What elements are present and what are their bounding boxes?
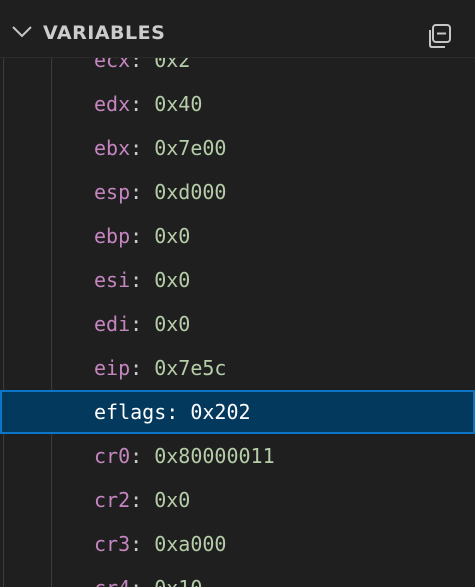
variable-entry: esp: 0xd000 — [94, 170, 226, 214]
variable-entry: cr0: 0x80000011 — [94, 434, 275, 478]
variable-value: 0x202 — [190, 400, 251, 424]
variable-row-cr0[interactable]: cr0: 0x80000011 — [0, 434, 475, 478]
name-value-separator: : — [130, 136, 155, 160]
name-value-separator: : — [130, 444, 155, 468]
chevron-down-icon[interactable] — [11, 24, 33, 38]
variable-row-esi[interactable]: esi: 0x0 — [0, 258, 475, 302]
name-value-separator: : — [130, 92, 155, 116]
variable-entry: cr3: 0xa000 — [94, 522, 226, 566]
variable-value: 0xd000 — [154, 180, 227, 204]
variable-row-edx[interactable]: edx: 0x40 — [0, 82, 475, 126]
variable-entry: eflags: 0x202 — [94, 390, 251, 434]
variable-name: ebp — [94, 224, 131, 248]
name-value-separator: : — [130, 224, 155, 248]
variable-name: eip — [94, 356, 131, 380]
name-value-separator: : — [130, 532, 155, 556]
name-value-separator: : — [130, 268, 155, 292]
variable-name: esp — [94, 180, 131, 204]
variable-name: edi — [94, 312, 131, 336]
variable-row-cr4[interactable]: cr4: 0x10 — [0, 566, 475, 587]
variable-row-ebx[interactable]: ebx: 0x7e00 — [0, 126, 475, 170]
variable-list: ecx: 0x2 edx: 0x40 ebx: 0x7e00 esp: 0xd000 e… — [0, 58, 475, 587]
variable-row-eip[interactable]: eip: 0x7e5c — [0, 346, 475, 390]
variable-row-ecx[interactable]: ecx: 0x2 — [0, 58, 475, 82]
collapse-all-icon[interactable] — [424, 22, 454, 50]
name-value-separator: : — [130, 58, 155, 72]
name-value-separator: : — [130, 576, 154, 587]
variable-entry: edx: 0x40 — [94, 82, 202, 126]
variable-value: 0x0 — [154, 488, 191, 512]
variable-name: cr4 — [94, 576, 130, 587]
variable-entry: ebx: 0x7e00 — [94, 126, 226, 170]
variable-value: 0x2 — [154, 58, 191, 72]
panel-title: VARIABLES — [43, 22, 166, 44]
variable-name: cr2 — [94, 488, 131, 512]
variable-name: cr3 — [94, 532, 131, 556]
variable-value: 0x40 — [154, 92, 203, 116]
name-value-separator: : — [130, 488, 155, 512]
variable-entry: cr2: 0x0 — [94, 478, 190, 522]
variables-header[interactable]: VARIABLES — [0, 0, 475, 58]
variable-entry: cr4: 0x10 — [94, 566, 202, 587]
variable-value: 0x0 — [154, 224, 191, 248]
name-value-separator: : — [166, 400, 191, 424]
variable-name: ecx — [94, 58, 131, 72]
variable-row-edi[interactable]: edi: 0x0 — [0, 302, 475, 346]
variables-panel: VARIABLES ecx: 0x2 edx: 0x40 ebx: 0x7e00 es… — [0, 0, 475, 587]
variable-row-eflags[interactable]: eflags: 0x202 — [0, 390, 475, 434]
variable-value: 0x80000011 — [154, 444, 275, 468]
variable-value: 0x7e5c — [154, 356, 227, 380]
variable-value: 0x0 — [154, 312, 191, 336]
variable-entry: eip: 0x7e5c — [94, 346, 226, 390]
variable-entry: esi: 0x0 — [94, 258, 190, 302]
variable-value: 0x10 — [154, 576, 202, 587]
variable-name: ebx — [94, 136, 131, 160]
variable-name: cr0 — [94, 444, 131, 468]
variable-entry: edi: 0x0 — [94, 302, 190, 346]
variable-value: 0x7e00 — [154, 136, 227, 160]
name-value-separator: : — [130, 180, 155, 204]
variable-row-esp[interactable]: esp: 0xd000 — [0, 170, 475, 214]
variable-name: edx — [94, 92, 131, 116]
name-value-separator: : — [130, 312, 155, 336]
variable-entry: ebp: 0x0 — [94, 214, 190, 258]
variable-row-ebp[interactable]: ebp: 0x0 — [0, 214, 475, 258]
variable-entry: ecx: 0x2 — [94, 58, 190, 82]
variable-name: eflags — [94, 400, 167, 424]
variable-row-cr3[interactable]: cr3: 0xa000 — [0, 522, 475, 566]
variables-tree: ecx: 0x2 edx: 0x40 ebx: 0x7e00 esp: 0xd000 e… — [0, 58, 475, 587]
variable-value: 0xa000 — [154, 532, 227, 556]
variable-name: esi — [94, 268, 131, 292]
variable-row-cr2[interactable]: cr2: 0x0 — [0, 478, 475, 522]
variable-value: 0x0 — [154, 268, 191, 292]
name-value-separator: : — [130, 356, 155, 380]
